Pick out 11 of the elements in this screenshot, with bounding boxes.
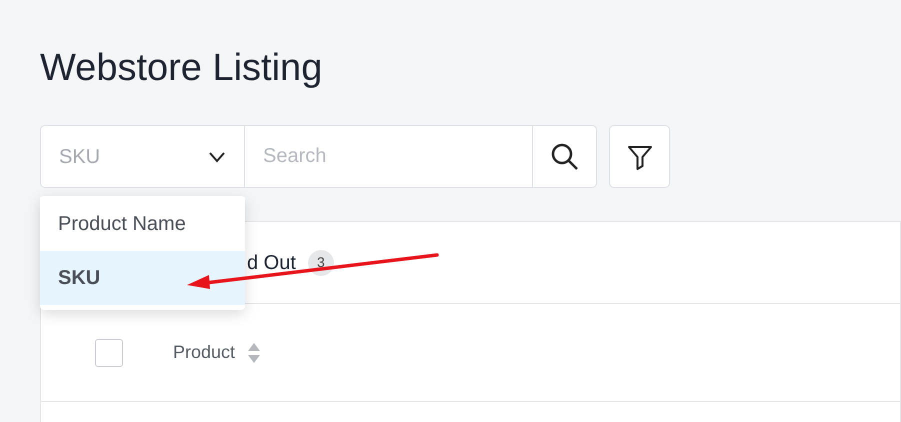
column-header[interactable]: Product xyxy=(173,339,262,366)
select-all-checkbox[interactable] xyxy=(95,338,123,366)
search-field[interactable]: Search xyxy=(245,125,532,188)
tab[interactable]: d Out 3 xyxy=(247,248,334,278)
filter-button[interactable] xyxy=(609,125,670,188)
dropdown-option[interactable]: SKU xyxy=(40,251,245,305)
chevron-down-icon xyxy=(208,150,226,162)
dropdown-option[interactable]: Product Name xyxy=(40,197,245,251)
search-button[interactable] xyxy=(532,125,597,188)
page-title: Webstore Listing xyxy=(40,46,322,91)
search-icon xyxy=(550,142,580,172)
